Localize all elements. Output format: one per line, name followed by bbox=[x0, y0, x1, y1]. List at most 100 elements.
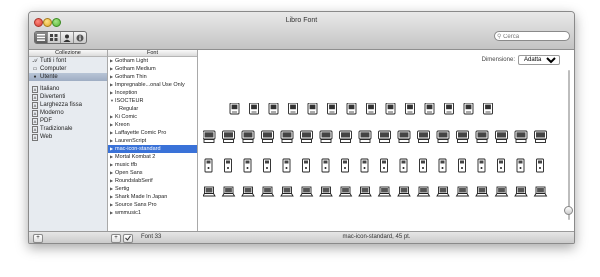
compact-mac-glyph bbox=[327, 103, 337, 115]
preview-pane: Dimensione: Adatta bbox=[198, 50, 574, 231]
computer-icon: ▭ bbox=[32, 66, 38, 72]
font-collection-icon: A bbox=[32, 125, 38, 133]
font-family-item[interactable]: ▶ Sertig bbox=[108, 185, 197, 193]
font-family-item[interactable]: ▶ Inception bbox=[108, 89, 197, 97]
size-slider-track[interactable] bbox=[568, 70, 570, 220]
collection-item-label: Larghezza fissa bbox=[40, 102, 83, 108]
desktop-mac-glyph bbox=[475, 130, 489, 143]
font-book-window: Libro Font ⚲ Collezione 𝒜Tutti i font▭Co… bbox=[28, 11, 575, 244]
collection-item[interactable]: A Divertenti bbox=[29, 93, 107, 101]
info-button[interactable] bbox=[74, 32, 86, 43]
font-family-item[interactable]: ▶ Mortal Kombat 2 bbox=[108, 153, 197, 161]
collection-item[interactable]: A Web bbox=[29, 133, 107, 141]
tower-mac-glyph bbox=[438, 158, 447, 173]
desktop-mac-glyph bbox=[436, 130, 450, 143]
font-family-item[interactable]: ▶ Source Sans Pro bbox=[108, 201, 197, 209]
compact-mac-glyph bbox=[424, 103, 435, 115]
collection-item[interactable]: ● Utente bbox=[29, 73, 107, 81]
collection-item-label: Utente bbox=[40, 74, 58, 80]
collection-item[interactable]: A Larghezza fissa bbox=[29, 101, 107, 109]
status-text: mac-icon-standard, 45 pt. bbox=[342, 234, 411, 240]
size-control: Dimensione: Adatta bbox=[482, 55, 560, 65]
list-view-button[interactable] bbox=[35, 32, 48, 43]
font-family-item[interactable]: ▶ LaurenScript bbox=[108, 137, 197, 145]
tower-mac-glyph bbox=[516, 158, 525, 173]
collection-item-label: Divertenti bbox=[40, 94, 66, 100]
collection-item[interactable]: A Moderno bbox=[29, 109, 107, 117]
font-item-label: Impregnable...onal Use Only bbox=[115, 82, 185, 88]
collections-list: 𝒜 Tutti i font ▭ Computer ● Utente A Italiano A D… bbox=[29, 57, 107, 141]
view-segmented-control bbox=[34, 31, 87, 44]
footer-bar: + + Font 33 mac-icon-standard, 45 pt. bbox=[29, 231, 574, 243]
compact-mac-glyph bbox=[366, 103, 376, 115]
font-family-item[interactable]: ▶ Kreon bbox=[108, 121, 197, 129]
tower-mac-glyph bbox=[477, 158, 486, 173]
font-collection-icon: A bbox=[32, 93, 38, 101]
search-input[interactable] bbox=[503, 33, 554, 41]
laptop-mac-glyph bbox=[260, 186, 275, 197]
user-button[interactable] bbox=[61, 32, 74, 43]
desktop-mac-glyph bbox=[300, 130, 313, 143]
tower-mac-glyph bbox=[282, 158, 291, 173]
desktop-mac-glyph bbox=[222, 130, 235, 143]
font-family-item[interactable]: ▶ Ki Comic bbox=[108, 113, 197, 121]
compact-mac-glyph bbox=[405, 103, 415, 115]
font-family-item[interactable]: ▶ Gotham Light bbox=[108, 57, 197, 65]
font-family-item[interactable]: ▶ Shark Made In Japan bbox=[108, 193, 197, 201]
collection-item-label: Italiano bbox=[40, 86, 60, 92]
search-field[interactable]: ⚲ bbox=[494, 31, 570, 41]
desktop-mac-glyph bbox=[203, 130, 216, 143]
compact-mac-glyph bbox=[385, 103, 396, 115]
laptop-mac-glyph bbox=[280, 186, 294, 197]
font-family-item[interactable]: ▼ISOCTEUR bbox=[108, 97, 197, 105]
collection-item-label: Tradizionale bbox=[40, 126, 73, 132]
laptop-mac-glyph bbox=[377, 186, 392, 197]
laptop-mac-glyph bbox=[338, 186, 353, 197]
tower-mac-glyph bbox=[419, 158, 427, 173]
desktop-mac-glyph bbox=[339, 130, 352, 143]
size-label: Dimensione: bbox=[481, 57, 515, 63]
font-family-item[interactable]: ▶ Gotham Medium bbox=[108, 65, 197, 73]
grid-view-button[interactable] bbox=[48, 32, 61, 43]
size-slider-knob[interactable] bbox=[564, 206, 573, 215]
laptop-mac-glyph bbox=[203, 186, 216, 197]
font-item-label: Gotham Medium bbox=[115, 66, 156, 72]
font-family-item[interactable]: ▶ music tfb bbox=[108, 161, 197, 169]
font-item-label: ISOCTEUR bbox=[115, 98, 144, 104]
collection-item[interactable]: 𝒜 Tutti i font bbox=[29, 57, 107, 65]
compact-mac-glyph bbox=[288, 103, 298, 115]
compact-mac-glyph bbox=[346, 103, 357, 115]
font-family-item[interactable]: ▶ wmmusic1 bbox=[108, 209, 197, 217]
font-item-label: Shark Made In Japan bbox=[115, 194, 168, 200]
tower-mac-glyph bbox=[263, 158, 271, 173]
font-collection-icon: A bbox=[32, 101, 38, 109]
laptop-mac-glyph bbox=[319, 186, 333, 197]
font-collection-icon: A bbox=[32, 85, 38, 93]
collections-column: Collezione 𝒜 Tutti i font ▭ Computer ● Utente… bbox=[29, 50, 108, 231]
tower-mac-glyph bbox=[360, 158, 369, 173]
font-collection-icon: A bbox=[32, 133, 38, 141]
size-select[interactable]: Adatta bbox=[518, 55, 560, 65]
font-item-label: Regular bbox=[119, 106, 139, 112]
font-family-item[interactable]: ▶ Impregnable...onal Use Only bbox=[108, 81, 197, 89]
font-family-item[interactable]: ▶ Laffayette Comic Pro bbox=[108, 129, 197, 137]
font-family-item[interactable]: ▶ Open Sans bbox=[108, 169, 197, 177]
fonts-column: Font ▶ Gotham Light ▶ Gotham Medium ▶ Gotham … bbox=[108, 50, 198, 231]
collection-item[interactable]: A Tradizionale bbox=[29, 125, 107, 133]
font-style-item[interactable]: Regular bbox=[108, 105, 197, 113]
font-family-item[interactable]: ▶ mac-icon-standard bbox=[108, 145, 197, 153]
collection-item[interactable]: ▭ Computer bbox=[29, 65, 107, 73]
font-item-label: Open Sans bbox=[115, 170, 143, 176]
tower-mac-glyph bbox=[399, 158, 408, 173]
font-collection-icon: A bbox=[32, 117, 38, 125]
collection-item-label: Computer bbox=[40, 66, 67, 72]
font-item-label: mac-icon-standard bbox=[115, 146, 161, 152]
desktop-mac-glyph bbox=[514, 130, 528, 143]
font-family-item[interactable]: ▶ RoundslabSerif bbox=[108, 177, 197, 185]
laptop-mac-glyph bbox=[455, 186, 470, 197]
tower-mac-glyph bbox=[321, 158, 330, 173]
fonts-header: Font bbox=[108, 50, 197, 57]
font-family-item[interactable]: ▶ Gotham Thin bbox=[108, 73, 197, 81]
collection-item[interactable]: A PDF bbox=[29, 117, 107, 125]
collection-item[interactable]: A Italiano bbox=[29, 85, 107, 93]
